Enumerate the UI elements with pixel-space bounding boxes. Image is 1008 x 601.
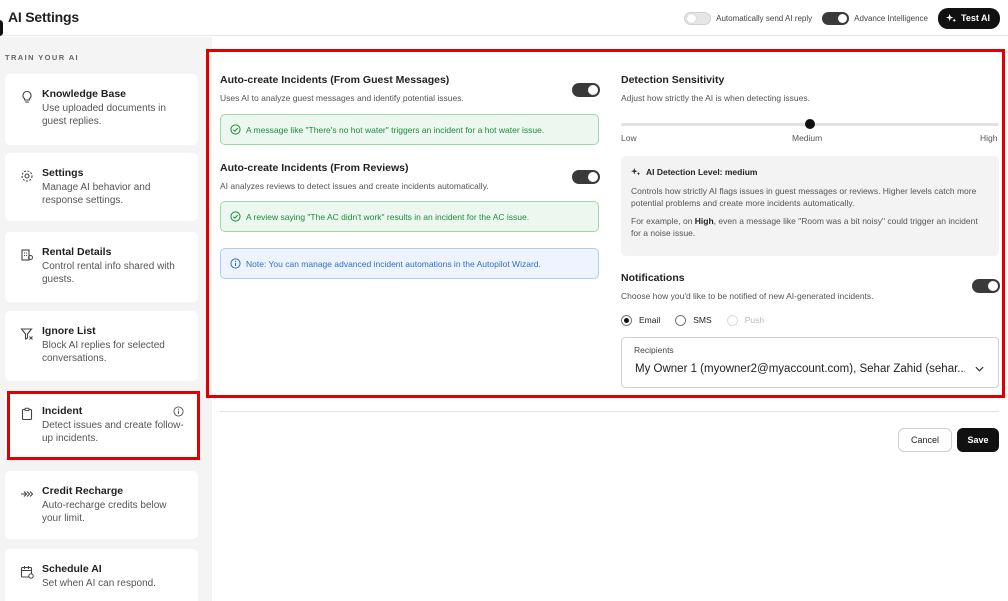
sidebar-item-rental-details[interactable]: Rental Details Control rental info share… [5,232,198,302]
sidebar-item-title: Rental Details [42,246,112,258]
auto-send-label: Automatically send AI reply [716,13,813,23]
lightbulb-icon [22,90,32,103]
sidebar-item-desc: Use uploaded documents in guest replies. [42,103,166,127]
calendar-icon [20,566,34,579]
cancel-button[interactable]: Cancel [898,428,952,452]
sidebar-section-label: TRAIN YOUR AI [5,53,80,62]
auto-send-toggle[interactable] [684,11,712,25]
sparkle-icon [945,13,957,22]
selected-item-highlight [7,391,200,460]
advance-intelligence-toggle[interactable] [822,11,850,25]
advance-intelligence-label: Advance Intelligence [854,13,928,23]
recharge-icon [21,491,34,497]
sidebar-item-desc: Auto-recharge credits below your limit. [42,500,167,524]
sidebar-item-desc: Control rental info shared with guests. [42,261,175,285]
save-button[interactable]: Save [957,428,999,452]
edge-handle [0,20,3,36]
sidebar-item-schedule-ai[interactable]: Schedule AI Set when AI can respond. [5,549,198,601]
app-header: AI Settings Automatically send AI reply … [0,0,1008,36]
sidebar-item-settings[interactable]: Settings Manage AI behavior and response… [5,153,198,221]
sidebar-item-desc: Block AI replies for selected conversati… [42,340,165,364]
sidebar-item-title: Schedule AI [42,563,102,575]
test-ai-label: Test AI [960,13,990,23]
building-icon [21,249,33,261]
sidebar-item-knowledge-base[interactable]: Knowledge Base Use uploaded documents in… [5,74,198,145]
filter-x-icon [20,328,33,340]
gear-icon [21,170,33,182]
sidebar-item-title: Settings [42,167,84,179]
header-controls: Automatically send AI reply Advance Inte… [684,7,1000,29]
test-ai-button[interactable]: Test AI [937,7,1000,29]
sidebar-item-title: Knowledge Base [42,88,127,100]
sidebar-item-desc: Manage AI behavior and response settings… [42,182,151,206]
sidebar-item-ignore-list[interactable]: Ignore List Block AI replies for selecte… [5,311,198,381]
sidebar-item-credit-recharge[interactable]: Credit Recharge Auto-recharge credits be… [5,471,198,539]
sidebar-item-desc: Set when AI can respond. [42,578,156,589]
footer-divider [220,411,999,412]
sidebar-item-title: Credit Recharge [42,485,124,497]
content-highlight [206,49,1005,398]
page-title: AI Settings [8,9,79,25]
sidebar-item-title: Ignore List [42,325,96,337]
